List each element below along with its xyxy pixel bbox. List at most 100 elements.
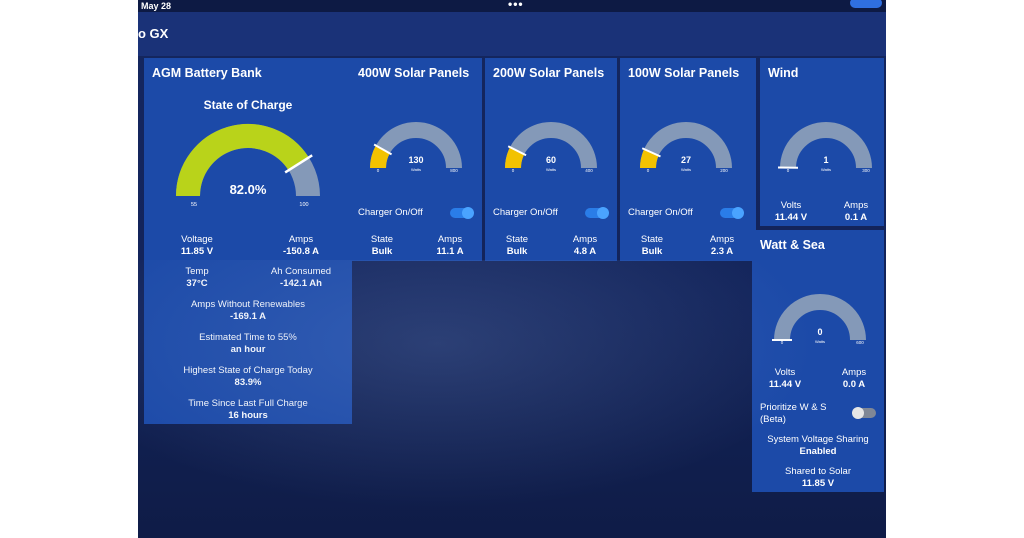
shared-to-solar-value: 11.85 V [801,478,835,489]
solar-100-title: 100W Solar Panels [628,66,740,80]
wind-unit: Watts [821,167,831,172]
wind-volts: Volts 11.44 V [766,200,816,223]
solar-200-state: State Bulk [499,234,535,257]
amps-without-renewables-value: -169.1 A [229,311,267,322]
amps-without-renewables: Amps Without Renewables -169.1 A [144,299,352,322]
battery-amps-label: Amps [288,234,314,245]
soc-gauge-value: 82.0% [230,182,267,197]
watt-sea-amps-value: 0.0 A [842,379,866,390]
solar-200-scale-min: 0 [512,168,515,173]
watt-sea-gauge: 0 Watts 0 600 [772,294,866,345]
wind-amps-value: 0.1 A [844,212,868,223]
wind-amps-label: Amps [843,200,869,211]
toggle-knob [852,407,864,419]
page-title: o GX [138,26,169,41]
solar-200-state-label: State [505,234,529,245]
solar-400-state-label: State [370,234,394,245]
watt-sea-unit: Watts [815,339,825,344]
solar-200-gauge: 60 Watts 0 400 [505,122,597,173]
soc-gauge-title: State of Charge [203,98,293,112]
highest-soc-value: 83.9% [234,377,262,388]
solar-400-watts: 130 [408,155,423,165]
solar-200-title: 200W Solar Panels [493,66,605,80]
wind-volts-value: 11.44 V [774,212,808,223]
solar-100-state-label: State [640,234,664,245]
solar-200-panel[interactable]: 200W Solar Panels 60 Watts 0 400 Charger… [485,58,617,261]
battery-amps-value: -150.8 A [282,246,320,257]
wind-panel[interactable]: Wind 1 Watts 0 300 Volts 11.44 V Amps 0.… [760,58,884,226]
solar-400-unit: Watts [411,167,421,172]
solar-100-scale-max: 200 [720,168,728,173]
solar-100-state-value: Bulk [641,246,663,257]
svs-value: Enabled [799,446,837,457]
prioritize-label: Prioritize W & S [760,402,827,413]
battery-ah-consumed: Ah Consumed -142.1 Ah [259,266,343,289]
solar-200-state-value: Bulk [506,246,528,257]
solar-400-scale-min: 0 [377,168,380,173]
solar-200-gauge-fill [505,147,525,169]
watt-sea-volts-label: Volts [774,367,796,378]
solar-100-panel[interactable]: 100W Solar Panels 27 Watts 0 200 Charger… [620,58,756,261]
soc-scale-min: 55 [191,202,197,208]
solar-100-amps-label: Amps [709,234,735,245]
solar-100-amps: Amps 2.3 A [702,234,742,257]
watt-sea-scale-max: 600 [856,340,864,345]
watt-sea-amps-label: Amps [841,367,867,378]
toggle-knob [597,207,609,219]
solar-100-scale-min: 0 [647,168,650,173]
solar-400-state: State Bulk [364,234,400,257]
solar-200-unit: Watts [546,167,556,172]
solar-400-amps-value: 11.1 A [436,246,464,257]
watt-sea-panel[interactable]: Watt & Sea 0 Watts 0 600 Volts 11.44 V A… [752,230,884,492]
solar-100-charger-label: Charger On/Off [628,207,693,218]
solar-400-scale-max: 800 [450,168,458,173]
shared-to-solar: Shared to Solar 11.85 V [752,466,884,489]
wind-volts-label: Volts [780,200,802,211]
solar-200-charger-label: Charger On/Off [493,207,558,218]
solar-200-charger-toggle[interactable] [585,207,609,219]
estimated-time: Estimated Time to 55% an hour [144,332,352,355]
prioritize-toggle[interactable] [852,407,876,419]
battery-voltage-value: 11.85 V [180,246,214,257]
solar-100-watts: 27 [681,155,691,165]
solar-100-amps-value: 2.3 A [710,246,734,257]
solar-400-gauge-fill [370,145,391,169]
toggle-knob [732,207,744,219]
multitask-dots-icon[interactable]: ••• [508,0,524,11]
battery-amps: Amps -150.8 A [266,234,336,257]
solar-200-amps-value: 4.8 A [573,246,597,257]
highest-soc-label: Highest State of Charge Today [183,365,313,376]
wind-amps: Amps 0.1 A [834,200,878,223]
solar-100-gauge-fill [640,149,659,169]
solar-200-scale-max: 400 [585,168,593,173]
battery-panel-title: AGM Battery Bank [152,66,262,80]
wind-title: Wind [768,66,799,80]
soc-gauge: 82.0% 55 100 [176,124,320,208]
battery-status-icon [850,0,882,8]
watt-sea-amps: Amps 0.0 A [832,367,876,390]
battery-voltage: Voltage 11.85 V [162,234,232,257]
battery-temp-value: 37°C [186,278,208,289]
solar-400-state-value: Bulk [371,246,393,257]
battery-temp: Temp 37°C [162,266,232,289]
system-voltage-sharing: System Voltage Sharing Enabled [752,434,884,457]
battery-ah-label: Ah Consumed [270,266,332,277]
solar-100-charger-toggle[interactable] [720,207,744,219]
highest-soc-today: Highest State of Charge Today 83.9% [144,365,352,388]
time-since-full-charge-value: 16 hours [228,410,268,421]
solar-200-watts: 60 [546,155,556,165]
solar-400-gauge: 130 Watts 0 800 [370,122,462,173]
solar-100-state: State Bulk [634,234,670,257]
estimated-time-value: an hour [230,344,266,355]
wind-watts: 1 [823,155,828,165]
watt-sea-title: Watt & Sea [760,238,825,252]
prioritize-beta-label: (Beta) [760,414,786,425]
status-bar: May 28 ••• [138,0,886,12]
shared-to-solar-label: Shared to Solar [784,466,851,477]
solar-400-charger-toggle[interactable] [450,207,474,219]
solar-200-amps: Amps 4.8 A [565,234,605,257]
watt-sea-volts-value: 11.44 V [768,379,802,390]
solar-100-unit: Watts [681,167,691,172]
battery-panel[interactable]: AGM Battery Bank State of Charge 82.0% 5… [144,58,352,424]
solar-400-panel[interactable]: 400W Solar Panels 130 Watts 0 800 Charge… [350,58,482,261]
